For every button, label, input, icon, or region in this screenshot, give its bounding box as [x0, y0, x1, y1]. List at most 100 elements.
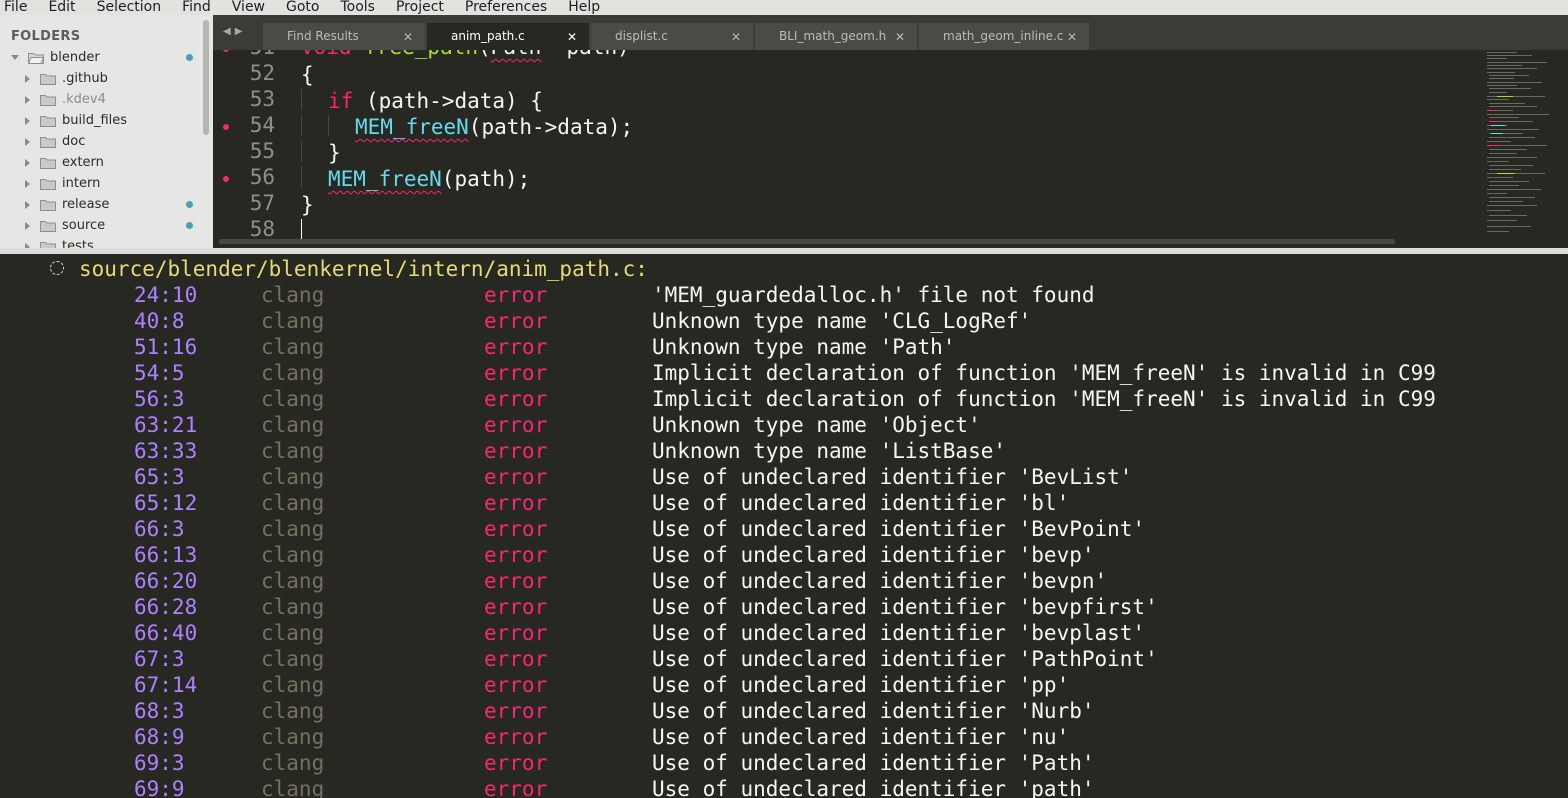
spinner-icon	[50, 261, 64, 275]
close-icon[interactable]: ✕	[731, 30, 741, 44]
error-location[interactable]: 66:28	[134, 595, 197, 619]
error-row[interactable]: 69:3 clang error Use of undeclared identifi…	[0, 751, 1568, 777]
menu-item-project[interactable]: Project	[392, 0, 444, 15]
error-location[interactable]: 66:40	[134, 621, 197, 645]
error-row[interactable]: 66:28 clang error Use of undeclared identif…	[0, 595, 1568, 621]
sidebar-item-build-files[interactable]: build_files	[0, 110, 200, 131]
sidebar-item-doc[interactable]: doc	[0, 131, 200, 152]
error-location[interactable]: 66:3	[134, 517, 185, 541]
menu-item-goto[interactable]: Goto	[282, 0, 319, 15]
error-row[interactable]: 63:21 clang error Unknown type name 'Object…	[0, 413, 1568, 439]
chevron-right-icon[interactable]	[23, 179, 33, 189]
error-location[interactable]: 65:12	[134, 491, 197, 515]
error-row[interactable]: 56:3 clang error Implicit declaration of fu…	[0, 387, 1568, 413]
menu-item-view[interactable]: View	[228, 0, 265, 15]
minimap[interactable]	[1483, 50, 1565, 235]
sidebar-item-extern[interactable]: extern	[0, 152, 200, 173]
error-row[interactable]: 54:5 clang error Implicit declaration of fu…	[0, 361, 1568, 387]
tab-label: Find Results	[287, 29, 359, 43]
error-row[interactable]: 51:16 clang error Unknown type name 'Path'	[0, 335, 1568, 361]
chevron-right-icon[interactable]	[23, 158, 33, 168]
chevron-right-icon[interactable]	[23, 221, 33, 231]
error-row[interactable]: 66:40 clang error Use of undeclared identif…	[0, 621, 1568, 647]
error-row[interactable]: 63:33 clang error Unknown type name 'ListBa…	[0, 439, 1568, 465]
tab-math-geom-inline-c[interactable]: math_geom_inline.c ✕	[919, 23, 1089, 50]
chevron-right-icon[interactable]	[23, 74, 33, 84]
menu-item-selection[interactable]: Selection	[93, 0, 162, 15]
close-icon[interactable]: ✕	[403, 30, 413, 44]
error-location[interactable]: 54:5	[134, 361, 185, 385]
error-location[interactable]: 56:3	[134, 387, 185, 411]
error-location[interactable]: 69:9	[134, 777, 185, 798]
error-row[interactable]: 69:9 clang error Use of undeclared identifi…	[0, 777, 1568, 798]
menu-item-edit[interactable]: Edit	[44, 0, 75, 15]
error-location[interactable]: 67:3	[134, 647, 185, 671]
horizontal-scrollbar[interactable]	[219, 239, 1395, 244]
error-location[interactable]: 65:3	[134, 465, 185, 489]
error-message: Use of undeclared identifier 'bl'	[652, 491, 1070, 515]
error-location[interactable]: 68:3	[134, 699, 185, 723]
sidebar-item-github[interactable]: .github	[0, 68, 200, 89]
close-icon[interactable]: ✕	[895, 30, 905, 44]
menu-item-tools[interactable]: Tools	[336, 0, 375, 15]
error-location[interactable]: 24:10	[134, 283, 197, 307]
menu-item-help[interactable]: Help	[564, 0, 600, 15]
code-text: (path);	[441, 167, 531, 191]
chevron-down-icon[interactable]	[11, 53, 21, 63]
menu-item-preferences[interactable]: Preferences	[461, 0, 547, 15]
error-level: error	[484, 647, 548, 671]
error-location[interactable]: 51:16	[134, 335, 197, 359]
menu-item-file[interactable]: File	[0, 0, 27, 15]
error-row[interactable]: 68:3 clang error Use of undeclared identifi…	[0, 699, 1568, 725]
error-level: error	[484, 543, 548, 567]
menu-item-find[interactable]: Find	[178, 0, 211, 15]
tab-bli-math-geom-h[interactable]: BLI_math_geom.h ✕	[755, 23, 917, 50]
chevron-right-icon[interactable]	[23, 200, 33, 210]
error-row[interactable]: 67:14 clang error Use of undeclared identif…	[0, 673, 1568, 699]
code-line-53: if (path->data) {	[301, 89, 543, 113]
error-location[interactable]: 66:13	[134, 543, 197, 567]
error-row[interactable]: 66:3 clang error Use of undeclared identifi…	[0, 517, 1568, 543]
error-row[interactable]: 65:12 clang error Use of undeclared identif…	[0, 491, 1568, 517]
error-location[interactable]: 67:14	[134, 673, 197, 697]
sidebar-item-tests[interactable]: tests	[0, 236, 200, 248]
tab-nav-arrows[interactable]: ◀▶	[223, 26, 246, 37]
error-row[interactable]: 66:20 clang error Use of undeclared identif…	[0, 569, 1568, 595]
error-row[interactable]: 68:9 clang error Use of undeclared identifi…	[0, 725, 1568, 751]
error-location[interactable]: 40:8	[134, 309, 185, 333]
keyword: if	[328, 89, 354, 113]
chevron-right-icon[interactable]	[23, 137, 33, 147]
sidebar-item-release[interactable]: release	[0, 194, 200, 215]
error-location[interactable]: 63:21	[134, 413, 197, 437]
error-source: clang	[261, 647, 325, 671]
error-row[interactable]: 40:8 clang error Unknown type name 'CLG_Log…	[0, 309, 1568, 335]
error-location[interactable]: 68:9	[134, 725, 185, 749]
tab-find-results[interactable]: Find Results ✕	[263, 23, 425, 50]
sidebar-item-intern[interactable]: intern	[0, 173, 200, 194]
error-level: error	[484, 621, 548, 645]
error-source: clang	[261, 309, 325, 333]
error-row[interactable]: 24:10 clang error 'MEM_guardedalloc.h' file…	[0, 283, 1568, 309]
chevron-right-icon[interactable]	[23, 116, 33, 126]
chevron-left-icon[interactable]: ◀	[223, 26, 235, 37]
close-icon[interactable]: ✕	[1067, 30, 1077, 44]
close-icon[interactable]: ✕	[567, 30, 577, 44]
error-row[interactable]: 65:3 clang error Use of undeclared identifi…	[0, 465, 1568, 491]
folder-icon	[40, 73, 56, 85]
error-row[interactable]: 66:13 clang error Use of undeclared identif…	[0, 543, 1568, 569]
error-location[interactable]: 66:20	[134, 569, 197, 593]
sidebar-scrollbar[interactable]	[203, 20, 209, 135]
error-location[interactable]: 63:33	[134, 439, 197, 463]
error-source: clang	[261, 361, 325, 385]
error-location[interactable]: 69:3	[134, 751, 185, 775]
sidebar-item-kdev4[interactable]: .kdev4	[0, 89, 200, 110]
error-row[interactable]: 67:3 clang error Use of undeclared identifi…	[0, 647, 1568, 673]
chevron-right-icon[interactable]	[23, 95, 33, 105]
tab-displist-c[interactable]: displist.c ✕	[591, 23, 753, 50]
code-editor[interactable]: 5152535455565758 void free_path(Path *pa…	[215, 50, 1568, 248]
sidebar-item-label: intern	[62, 176, 101, 191]
sidebar-item-source[interactable]: source	[0, 215, 200, 236]
sidebar-item-blender[interactable]: blender	[0, 47, 200, 68]
tab-anim-path-c[interactable]: anim_path.c ✕	[427, 23, 589, 50]
chevron-right-icon[interactable]: ▶	[235, 26, 247, 37]
